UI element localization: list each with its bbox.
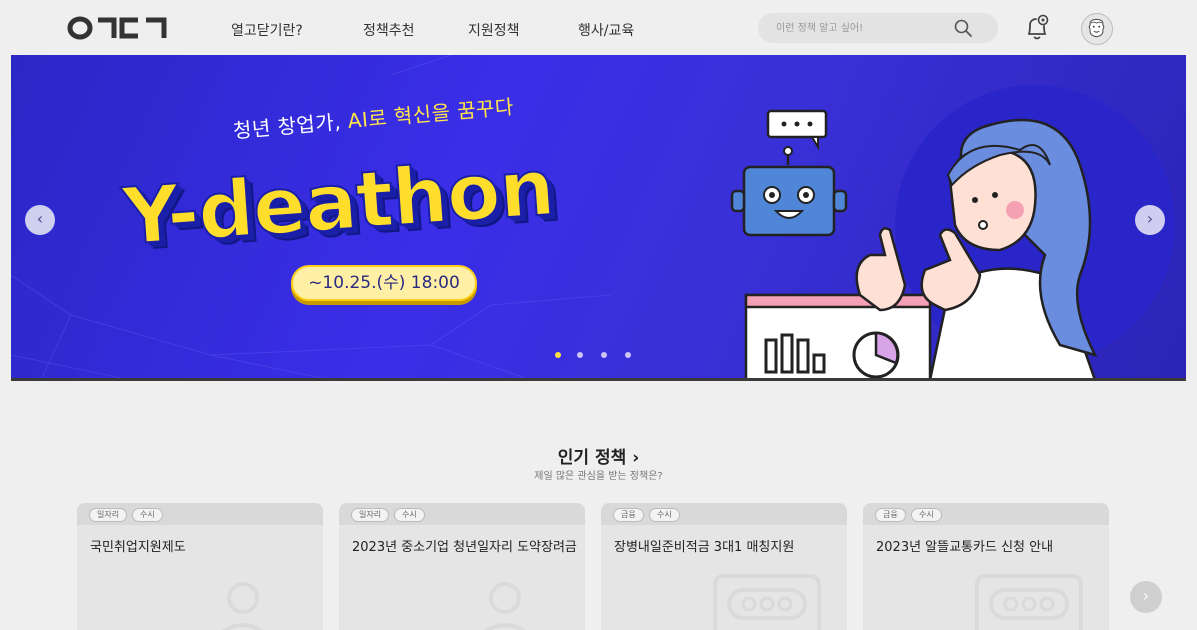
period-tag: 수시	[394, 508, 425, 522]
banner-dot-4[interactable]	[625, 352, 631, 358]
banner-dot-2[interactable]	[577, 352, 583, 358]
nav-events-education[interactable]: 행사/교육	[578, 20, 634, 40]
period-tag: 수시	[132, 508, 163, 522]
card-title: 국민취업지원제도	[90, 540, 186, 555]
period-tag: 수시	[649, 508, 680, 522]
banner-bottom-divider	[11, 378, 1186, 381]
search-input[interactable]	[776, 19, 946, 37]
category-tag: 일자리	[89, 508, 128, 522]
card-title: 2023년 중소기업 청년일자리 도약장려금	[352, 540, 577, 555]
robot-person-illustration	[730, 85, 1175, 380]
avatar-icon	[1088, 18, 1105, 38]
people-icon	[222, 582, 264, 630]
policy-card[interactable]: 금융 수시 장병내일준비적금 3대1 매칭지원	[601, 503, 847, 630]
policy-card[interactable]: 일자리 수시 2023년 중소기업 청년일자리 도약장려금	[339, 503, 585, 630]
banner-prev-button[interactable]: ‹	[25, 205, 55, 235]
popular-next-button[interactable]: ›	[1130, 581, 1162, 613]
nav-about[interactable]: 열고닫기란?	[231, 20, 303, 40]
logo[interactable]	[66, 12, 174, 44]
card-title: 장병내일준비적금 3대1 매칭지원	[614, 540, 795, 555]
nav-recommend[interactable]: 정책추천	[363, 20, 415, 40]
wallet-icon	[713, 574, 821, 630]
banner-dot-3[interactable]	[601, 352, 607, 358]
category-tag: 일자리	[351, 508, 390, 522]
avatar[interactable]	[1081, 13, 1113, 45]
category-tag: 금융	[875, 508, 906, 522]
wallet-icon	[975, 574, 1083, 630]
period-tag: 수시	[911, 508, 942, 522]
popular-policies-title[interactable]: 인기 정책 ›	[0, 443, 1197, 468]
banner-date-badge: ~10.25.(수) 18:00	[291, 265, 477, 301]
search-bar	[758, 13, 998, 43]
banner-dot-1[interactable]	[555, 352, 561, 358]
policy-card[interactable]: 일자리 수시 국민취업지원제도	[77, 503, 323, 630]
nav-support-policy[interactable]: 지원정책	[468, 20, 520, 40]
card-title: 2023년 알뜰교통카드 신청 안내	[876, 540, 1054, 555]
bell-icon[interactable]	[1024, 14, 1050, 42]
popular-policies-subtitle: 제일 많은 관심을 받는 정책은?	[534, 471, 663, 482]
people-icon	[484, 582, 526, 630]
category-tag: 금융	[613, 508, 644, 522]
banner-next-button[interactable]: ›	[1135, 205, 1165, 235]
search-icon[interactable]	[952, 17, 974, 39]
top-header: 열고닫기란? 정책추천 지원정책 행사/교육	[0, 0, 1197, 55]
policy-card[interactable]: 금융 수시 2023년 알뜰교통카드 신청 안내	[863, 503, 1109, 630]
